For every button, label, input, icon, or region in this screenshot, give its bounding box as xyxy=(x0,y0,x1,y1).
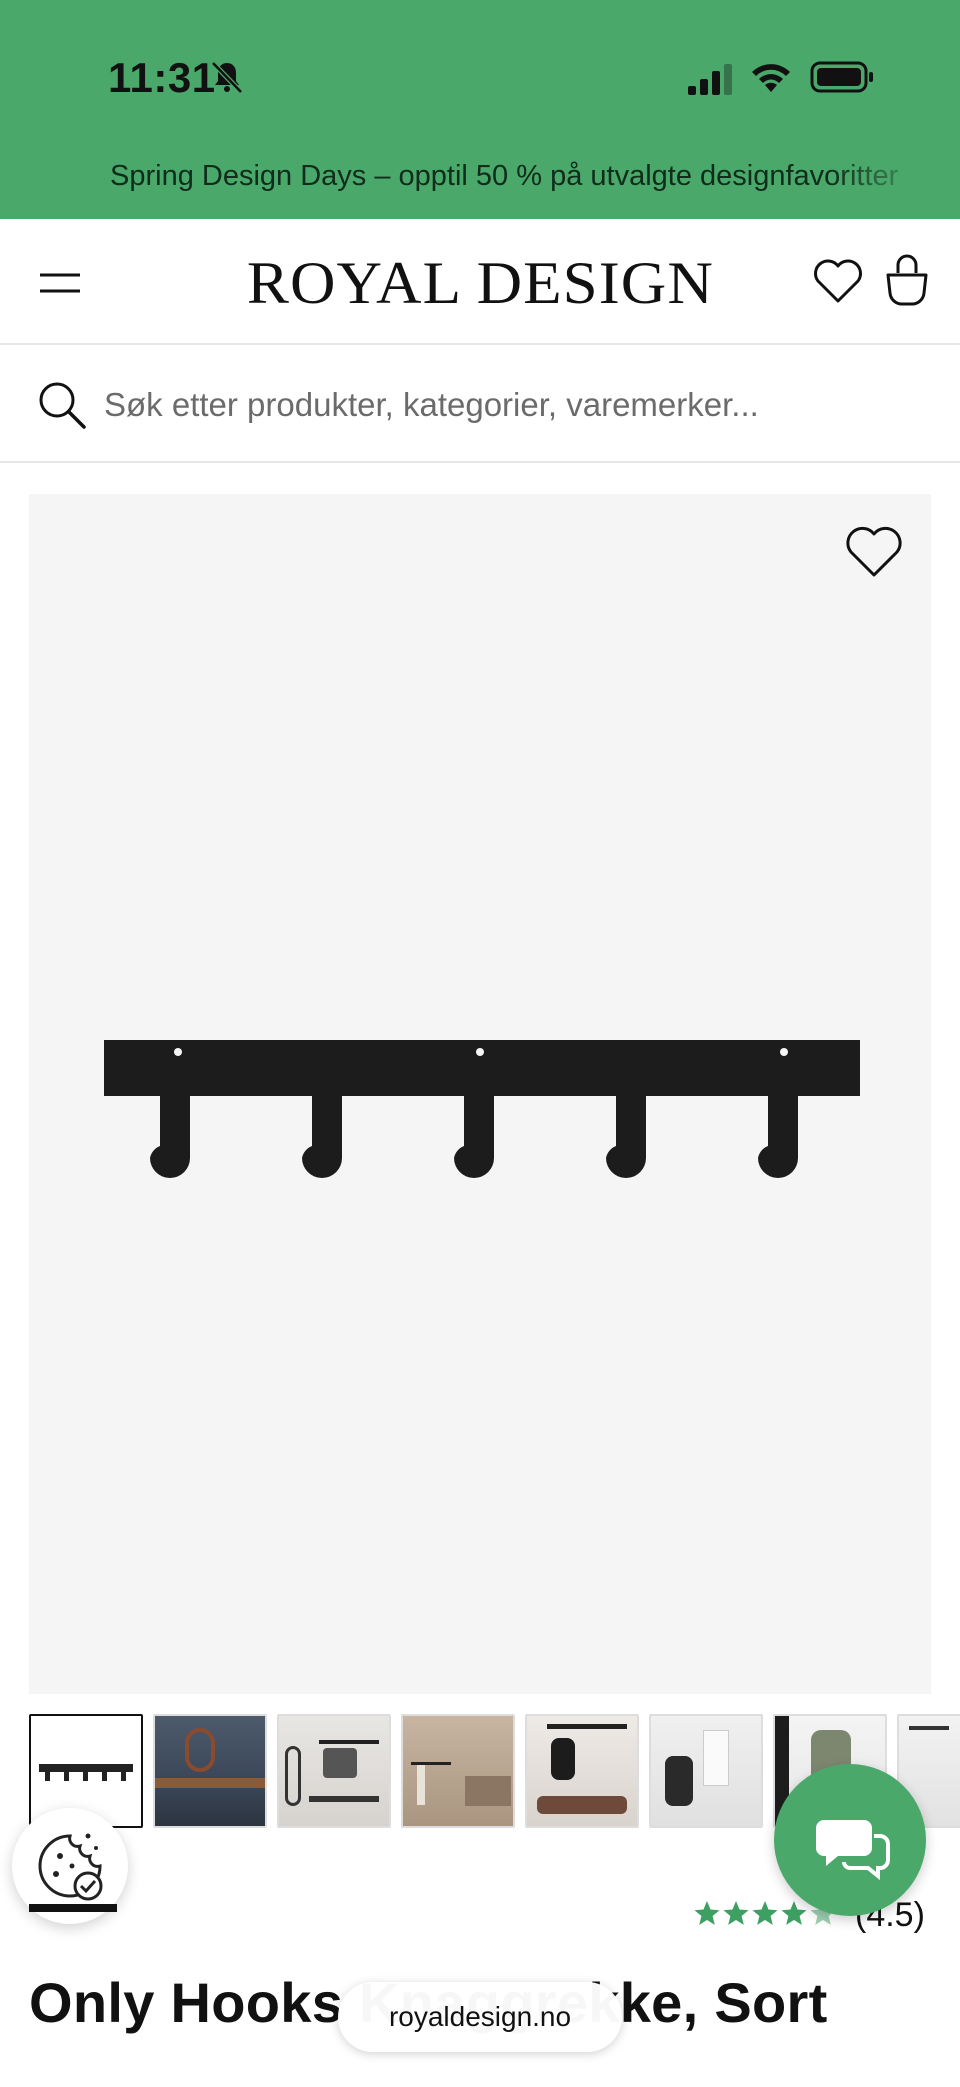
thumbnail-5[interactable] xyxy=(525,1714,639,1828)
search-icon[interactable] xyxy=(36,379,88,431)
promo-fade xyxy=(830,160,930,204)
top-banner: 11:31 Spring Design Days – opptil 50 % p… xyxy=(0,0,960,219)
thumbnail-shelf xyxy=(155,1778,265,1788)
thumbnail-2[interactable] xyxy=(153,1714,267,1828)
thumbnail-shoe-rack xyxy=(309,1796,379,1802)
thumbnail-mirror xyxy=(185,1728,215,1772)
thumbnail-4[interactable] xyxy=(401,1714,515,1828)
wifi-icon xyxy=(752,64,790,92)
chat-button[interactable] xyxy=(774,1764,926,1916)
thumbnail-shirt xyxy=(703,1730,729,1786)
thumbnail-rack xyxy=(547,1724,627,1729)
thumbnail-shoes xyxy=(537,1796,627,1814)
thumbnail-bag xyxy=(665,1756,693,1806)
thumbnail-rack xyxy=(909,1726,949,1730)
thumbnail-3[interactable] xyxy=(277,1714,391,1828)
heart-icon[interactable] xyxy=(812,257,864,305)
battery-icon xyxy=(810,61,873,93)
heart-icon[interactable] xyxy=(844,524,904,580)
site-header: ROYAL DESIGN xyxy=(0,219,960,345)
thumbnail-coat xyxy=(323,1748,357,1778)
status-time: 11:31 xyxy=(108,54,216,101)
logo-text: ROYAL DESIGN xyxy=(246,250,714,316)
thumbnail-mirror xyxy=(285,1746,301,1806)
chat-icon xyxy=(816,1820,890,1881)
promo-banner[interactable]: Spring Design Days – opptil 50 % på utva… xyxy=(110,160,930,204)
thumbnail-rack xyxy=(319,1740,379,1744)
search-input[interactable] xyxy=(104,375,924,435)
thumbnail-bench xyxy=(465,1776,511,1806)
promo-text: Spring Design Days – opptil 50 % på utva… xyxy=(110,160,899,192)
thumbnail-6[interactable] xyxy=(649,1714,763,1828)
thumbnail-bag xyxy=(551,1738,575,1780)
brand-underline xyxy=(29,1904,117,1912)
bag-icon[interactable] xyxy=(883,251,931,307)
search-bar xyxy=(0,345,960,463)
thumbnail-towel xyxy=(417,1765,425,1805)
coat-rack-illustration xyxy=(104,1040,860,1178)
cellular-signal-icon xyxy=(688,64,732,95)
browser-url-pill[interactable]: royaldesign.no xyxy=(338,1982,622,2052)
bell-muted-icon xyxy=(211,61,243,94)
